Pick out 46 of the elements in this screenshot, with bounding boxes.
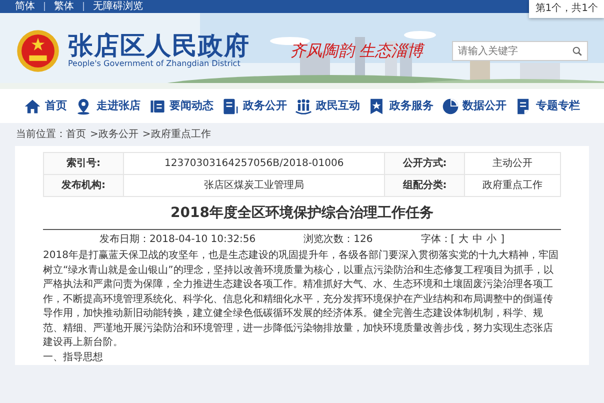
table-cell: 主动公开 (464, 152, 560, 174)
breadcrumb-link[interactable]: >政务公开 (90, 127, 138, 142)
field-label: 组配分类: (384, 174, 465, 196)
pie-chart-icon (442, 98, 459, 114)
document-icon (222, 98, 239, 114)
bookmark-star-icon (368, 98, 386, 114)
paragraph: 2018年是打赢蓝天保卫战的攻坚年，也是生态建设的巩固提升年，各级各部门要深入贯彻落实党的十九大精神，牢固树立“绿水青山就是金山银山”的理念，坚持以改善环境质量为核心，以重点污染防治和生态修复工程项目为抓手，以严格执法和严肃问责为保障，全力推进生态建设各项工作。精准抓好大气、水、生态环境和土壤固废污染治理各项工作，不断提高环境管理系统化、科学化、信息化和精细化水平，充分发挥环境保护在产业结构和布局调整中的倒逼传导作用，加快推动新旧动能转换，建立健全绿色低碳循环发展的经济体系。健全完善生态建设体制机制，科学、规范、精细、严谨地开展污染防治和环境管理，进一步降低污染物排放量，加快环境质量改善步伐，努力实现生态张店建设再上新台阶。 (43, 249, 560, 350)
table-cell: 张店区煤炭工业管理局 (124, 174, 385, 196)
emblem-icon (16, 29, 60, 73)
site-subtitle: People's Government of Zhangdian District (68, 58, 242, 70)
book-icon (148, 98, 166, 114)
nav-link[interactable]: 政务公开 (222, 98, 287, 114)
nav-link[interactable]: 首页 (24, 98, 67, 114)
location-pin-icon (75, 98, 92, 114)
site-title: 张店区人民政府 (68, 32, 250, 58)
article-title: 2018年度全区环境保护综合治理工作任务 (43, 197, 561, 230)
search-field[interactable]: 请输入关键字 (452, 41, 588, 61)
find-popup: 第1个，共1个 (529, 0, 604, 18)
top-link[interactable]: 繁体 (54, 1, 74, 12)
view-count: 浏览次数：126 (304, 232, 373, 247)
font-size-link[interactable]: 小 (486, 232, 497, 247)
top-link[interactable]: 简体 (15, 1, 35, 12)
table-cell: 12370303164257056B/2018-01006 (124, 152, 385, 174)
field-label: 索引号: (44, 152, 124, 174)
paragraph: 一、指导思想 (43, 350, 104, 364)
slogan: 齐风陶韵 生态淄博 (290, 40, 424, 62)
people-icon (295, 98, 312, 114)
field-label: 发布机构: (44, 174, 124, 196)
nav-link[interactable]: 走进张店 (75, 98, 140, 114)
font-size-link[interactable]: 中 (472, 232, 483, 247)
nav-link[interactable]: 数据公开 (442, 98, 507, 114)
top-link[interactable]: 无障碍浏览 (93, 1, 143, 12)
field-label: 公开方式: (384, 152, 465, 174)
font-size-label: 字体：[ (420, 232, 455, 247)
publish-date: 发布日期：2018-04-10 10:32:56 (99, 232, 256, 247)
nav-link[interactable]: 专题专栏 (514, 98, 580, 114)
nav-link[interactable]: 要闻动态 (148, 98, 214, 114)
search-icon (572, 46, 583, 57)
home-icon (24, 98, 41, 114)
nav-link[interactable]: 政务服务 (368, 98, 434, 114)
breadcrumb-link[interactable]: 当前位置：首页 (16, 127, 86, 142)
nav-link[interactable]: 政民互动 (295, 98, 360, 114)
bracket-text: ] (500, 233, 505, 247)
breadcrumb-link[interactable]: >政府重点工作 (142, 127, 211, 142)
table-cell: 政府重点工作 (464, 174, 560, 196)
font-size-link[interactable]: 大 (458, 232, 469, 247)
